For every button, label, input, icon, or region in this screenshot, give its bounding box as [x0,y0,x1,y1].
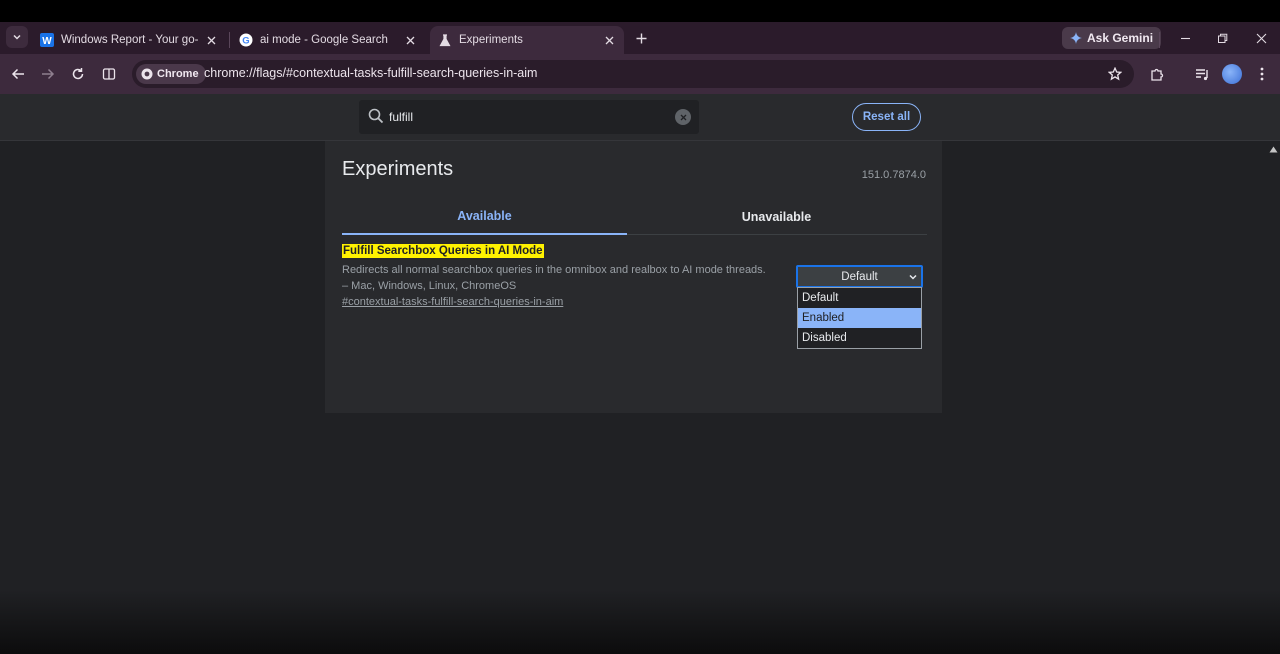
ask-gemini-label: Ask Gemini [1087,31,1154,45]
new-tab-button[interactable] [632,29,650,47]
close-icon [680,114,686,120]
more-vert-icon [1260,67,1264,81]
media-controls-button[interactable] [1193,65,1211,83]
svg-text:W: W [42,36,52,47]
profile-avatar[interactable] [1222,64,1242,84]
restore-button[interactable] [1214,30,1230,46]
scroll-up-arrow[interactable] [1268,144,1278,154]
option-default[interactable]: Default [798,288,921,308]
reset-all-button[interactable]: Reset all [852,103,921,131]
tab-unavailable[interactable]: Unavailable [634,199,919,235]
experiment-description: Redirects all normal searchbox queries i… [342,264,766,292]
selected-value: Default [841,270,878,283]
queue-music-icon [1195,68,1208,80]
version-label: 151.0.7874.0 [861,169,926,181]
screen-top-bar [0,0,1280,22]
tab-experiments[interactable]: Experiments [430,26,624,54]
bookmark-button[interactable] [1106,65,1124,83]
tab-available[interactable]: Available [342,199,627,235]
close-icon[interactable] [204,33,218,47]
experiment-state-select[interactable]: Default [796,265,923,288]
tab-separator [229,32,230,48]
state-dropdown-list: Default Enabled Disabled [797,287,922,349]
menu-button[interactable] [1253,65,1271,83]
option-enabled[interactable]: Enabled [798,308,921,328]
flag-search-box [359,100,699,134]
url-text: chrome://flags/#contextual-tasks-fulfill… [204,66,538,80]
experiment-name: Fulfill Searchbox Queries in AI Mode [342,244,544,258]
plus-icon [636,33,646,43]
search-icon [368,108,384,124]
forward-button[interactable] [39,65,57,83]
extensions-button[interactable] [1148,65,1166,83]
page-title: Experiments [342,158,454,180]
tab-search-button[interactable] [6,26,28,48]
close-icon[interactable] [602,33,616,47]
split-view-button[interactable] [100,65,118,83]
windows-report-favicon-icon: W [40,33,54,47]
tab-windows-report[interactable]: W Windows Report - Your go-to so [32,26,226,54]
close-window-button[interactable] [1253,30,1269,46]
google-favicon-icon: G [239,33,253,47]
minimize-button[interactable] [1177,30,1193,46]
close-icon [1256,33,1266,43]
arrow-right-icon [42,68,55,80]
tab-title: Windows Report - Your go-to so [61,34,198,46]
clear-search-button[interactable] [675,109,691,125]
tab-ai-mode-search[interactable]: G ai mode - Google Search [231,26,425,54]
arrow-left-icon [11,68,24,80]
gemini-sparkle-icon [1070,32,1082,44]
chevron-down-icon [13,34,21,40]
experiments-tabs: Available Unavailable [342,199,927,235]
tab-title: Experiments [459,34,523,46]
experiment-permalink[interactable]: #contextual-tasks-fulfill-search-queries… [342,296,563,308]
minimize-icon [1180,37,1190,39]
address-bar[interactable]: Chrome chrome://flags/#contextual-tasks-… [132,60,1134,88]
close-icon[interactable] [403,33,417,47]
browser-toolbar: Chrome chrome://flags/#contextual-tasks-… [0,54,1280,94]
back-button[interactable] [9,65,27,83]
flask-icon [438,33,452,47]
star-icon [1108,67,1122,81]
experiments-panel: Experiments 151.0.7874.0 Available Unava… [325,141,942,413]
chrome-logo-icon [141,68,153,80]
svg-text:G: G [242,36,249,47]
triangle-up-icon [1269,146,1277,152]
chevron-down-icon [909,274,917,280]
ask-gemini-button[interactable]: Ask Gemini [1062,27,1162,49]
tab-strip: W Windows Report - Your go-to so G ai mo… [0,22,1280,54]
restore-icon [1217,33,1227,43]
puzzle-icon [1150,68,1163,81]
site-info-chip[interactable]: Chrome [136,64,206,84]
reload-button[interactable] [69,65,87,83]
flag-search-input[interactable] [389,108,669,126]
flags-header: Reset all [0,94,1280,141]
split-view-icon [102,68,116,80]
site-info-label: Chrome [157,68,199,80]
reload-icon [72,68,84,80]
tab-separator [1159,32,1160,48]
tab-title: ai mode - Google Search [260,34,388,46]
page-background-fade [0,590,1280,654]
option-disabled[interactable]: Disabled [798,328,921,348]
